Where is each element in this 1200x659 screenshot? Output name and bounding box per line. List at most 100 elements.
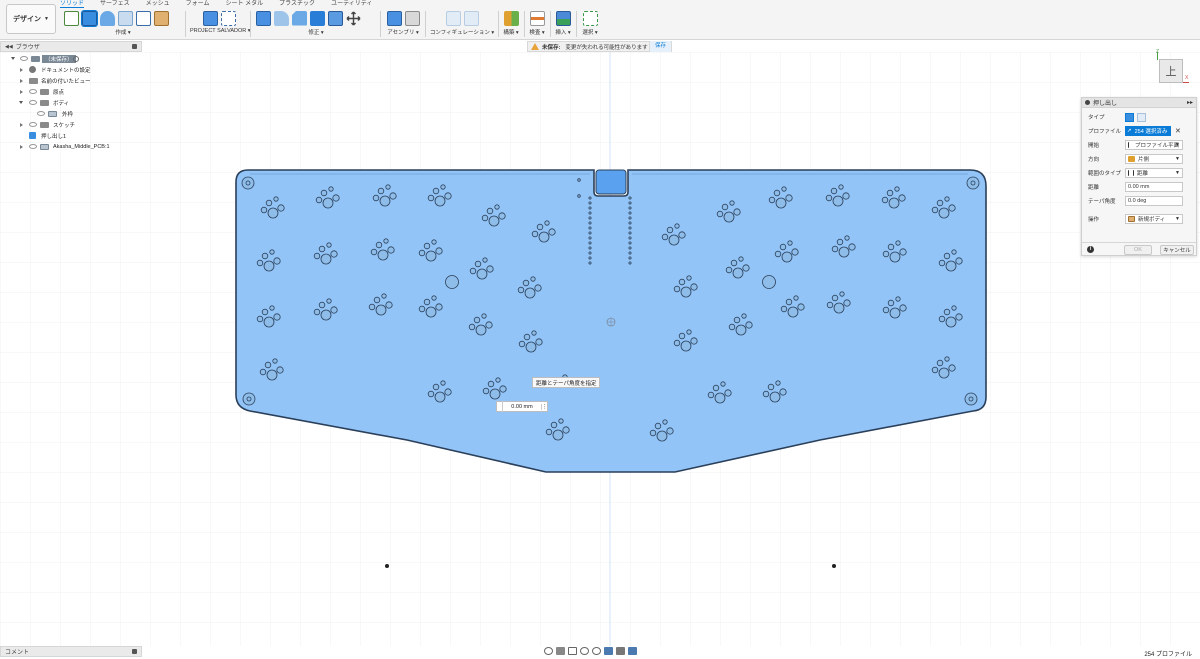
pin-hole[interactable] [628, 211, 632, 215]
switch-hole[interactable] [488, 215, 500, 227]
viewcube[interactable]: Z 上 X [1156, 49, 1189, 87]
visibility-eye-icon[interactable] [29, 144, 37, 149]
pin-hole[interactable] [588, 236, 592, 240]
zoom-icon[interactable] [580, 646, 589, 655]
switch-hole[interactable] [375, 241, 383, 249]
switch-hole[interactable] [887, 243, 895, 251]
switch-hole[interactable] [260, 206, 268, 214]
switch-hole[interactable] [558, 418, 564, 424]
mount-hole-center[interactable] [245, 180, 251, 186]
visibility-eye-icon[interactable] [20, 56, 28, 61]
switch-hole[interactable] [779, 388, 787, 396]
switch-hole[interactable] [654, 422, 662, 430]
switch-hole[interactable] [678, 231, 686, 239]
switch-hole[interactable] [732, 267, 744, 279]
switch-hole[interactable] [948, 364, 956, 372]
switch-hole[interactable] [666, 226, 674, 234]
info-icon[interactable]: i [1087, 246, 1094, 253]
group-modify-label[interactable]: 修正 ▾ [256, 28, 376, 36]
switch-hole[interactable] [498, 212, 506, 220]
switch-hole[interactable] [936, 199, 944, 207]
switch-hole[interactable] [943, 252, 951, 260]
chamfer-icon[interactable] [292, 10, 307, 26]
look-at-icon[interactable] [556, 646, 565, 655]
switch-hole[interactable] [389, 192, 397, 200]
pin-hole[interactable] [628, 226, 632, 230]
switch-hole[interactable] [267, 207, 279, 219]
switch-hole[interactable] [836, 238, 844, 246]
switch-hole[interactable] [707, 391, 715, 399]
switch-hole[interactable] [383, 238, 389, 244]
group-inspect-label[interactable]: 検査 ▾ [526, 28, 548, 36]
switch-hole[interactable] [787, 240, 793, 246]
switch-hole[interactable] [832, 195, 844, 207]
switch-hole[interactable] [440, 380, 446, 386]
switch-hole[interactable] [936, 359, 944, 367]
switch-hole[interactable] [485, 321, 493, 329]
stabilizer-hole[interactable] [762, 275, 776, 289]
switch-hole[interactable] [785, 194, 793, 202]
project-salvador-icon[interactable] [202, 10, 218, 26]
switch-hole[interactable] [678, 278, 686, 286]
direction-select[interactable]: 片側 ▼ [1125, 154, 1183, 164]
switch-hole[interactable] [423, 242, 431, 250]
pin-hole[interactable] [628, 216, 632, 220]
pin-hole[interactable] [577, 194, 581, 198]
switch-hole[interactable] [432, 383, 440, 391]
switch-hole[interactable] [951, 249, 957, 255]
switch-hole[interactable] [733, 208, 741, 216]
tab-utility[interactable]: ユーティリティ [331, 0, 372, 8]
switch-hole[interactable] [838, 184, 844, 190]
switch-hole[interactable] [944, 356, 950, 362]
switch-hole[interactable] [545, 428, 553, 436]
switch-hole[interactable] [742, 264, 750, 272]
pin-hole[interactable] [588, 256, 592, 260]
pin-hole[interactable] [588, 246, 592, 250]
switch-hole[interactable] [951, 305, 957, 311]
switch-hole[interactable] [434, 195, 446, 207]
switch-hole[interactable] [945, 316, 957, 328]
tree-item-root[interactable]: （未保存） [0, 53, 142, 64]
expand-arrow-icon[interactable] [19, 101, 23, 104]
switch-hole[interactable] [482, 387, 490, 395]
switch-hole[interactable] [848, 243, 856, 251]
switch-hole[interactable] [313, 308, 321, 316]
switch-hole[interactable] [791, 248, 799, 256]
switch-hole[interactable] [838, 246, 850, 258]
switch-hole[interactable] [330, 306, 338, 314]
switch-hole[interactable] [261, 308, 269, 316]
display-settings-icon[interactable] [604, 646, 613, 655]
shell-icon[interactable] [310, 10, 325, 26]
switch-hole[interactable] [379, 195, 391, 207]
switch-hole[interactable] [888, 197, 900, 209]
start-select[interactable]: プロファイル平面 ▼ [1125, 140, 1183, 150]
switch-hole[interactable] [486, 207, 494, 215]
pin-hole[interactable] [628, 206, 632, 210]
switch-hole[interactable] [531, 330, 537, 336]
switch-hole[interactable] [375, 304, 387, 316]
switch-hole[interactable] [320, 309, 332, 321]
switch-hole[interactable] [326, 298, 332, 304]
switch-hole[interactable] [955, 313, 963, 321]
switch-hole[interactable] [721, 203, 729, 211]
switch-hole[interactable] [894, 186, 900, 192]
switch-hole[interactable] [469, 267, 477, 275]
switch-hole[interactable] [673, 339, 681, 347]
switch-hole[interactable] [427, 390, 435, 398]
switch-hole[interactable] [649, 429, 657, 437]
insert-image-icon[interactable] [555, 10, 571, 26]
combine-icon[interactable] [328, 10, 343, 26]
switch-hole[interactable] [831, 245, 839, 253]
pin-hole[interactable] [628, 231, 632, 235]
press-pull-icon[interactable] [256, 10, 271, 26]
switch-hole[interactable] [495, 377, 501, 383]
switch-hole[interactable] [775, 380, 781, 386]
switch-hole[interactable] [489, 388, 501, 400]
pin-hole[interactable] [628, 196, 632, 200]
switch-hole[interactable] [522, 279, 530, 287]
connector-cutout[interactable] [595, 169, 627, 195]
project-sketch-icon[interactable] [220, 10, 236, 26]
pin-hole[interactable] [628, 236, 632, 240]
switch-hole[interactable] [468, 323, 476, 331]
switch-hole[interactable] [769, 391, 781, 403]
